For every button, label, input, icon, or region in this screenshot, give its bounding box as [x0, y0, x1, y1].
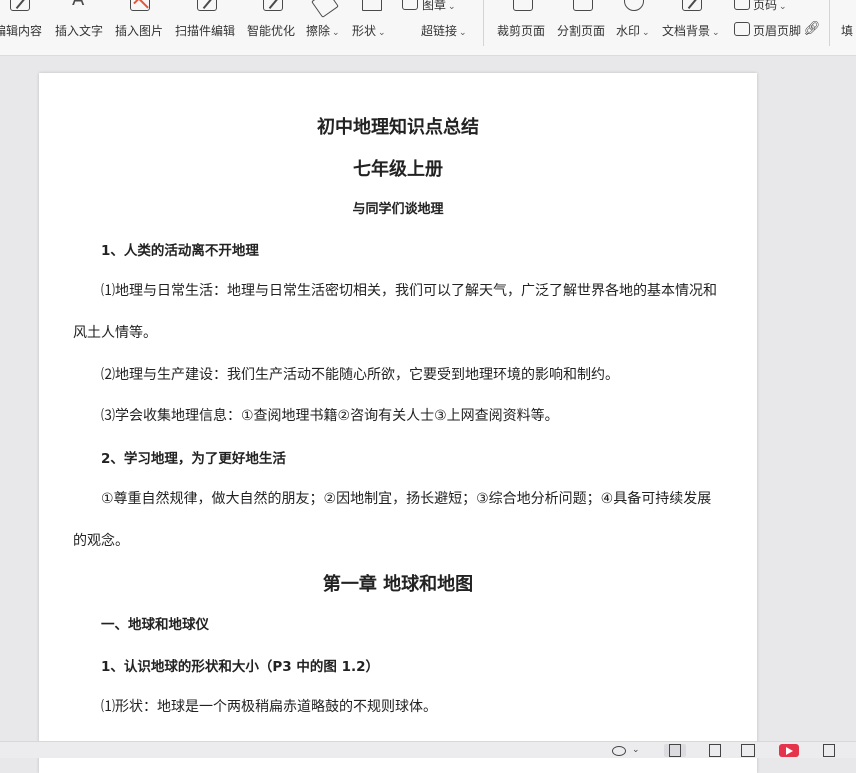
- single-page-icon: [669, 744, 681, 757]
- insert-text-label: 插入文字: [55, 24, 104, 38]
- eraser-icon: [311, 0, 339, 18]
- crop-page-label: 裁剪页面: [497, 24, 546, 38]
- doc-section-heading: 与同学们谈地理: [352, 202, 444, 217]
- heading-4: 1、认识地球的形状和大小（P3 中的图 1.2）: [101, 659, 379, 675]
- paragraph-3: ⑶学会收集地理信息：①查阅地理书籍②咨询有关人士③上网查阅资料等。: [101, 408, 559, 424]
- chevron-down-icon: ⌄: [459, 28, 467, 38]
- insert-image-icon: [130, 0, 150, 11]
- doc-title: 初中地理知识点总结: [317, 117, 479, 138]
- fullscreen-icon[interactable]: [823, 744, 835, 757]
- heading-3: 一、地球和地球仪: [101, 617, 209, 633]
- fill-button[interactable]: 填: [841, 0, 856, 55]
- ribbon-toolbar: 编辑内容 插入文字 插入图片 扫描件编辑 智能优化 擦除⌄ 形状⌄ 图章⌄ 🔗︎…: [0, 0, 856, 56]
- play-icon[interactable]: [779, 744, 799, 757]
- status-bar: ⌄: [0, 741, 856, 758]
- fill-label: 填: [841, 24, 854, 38]
- document-page[interactable]: 初中地理知识点总结 七年级上册 与同学们谈地理 1、人类的活动离不开地理 ⑴地理…: [39, 73, 757, 773]
- shape-button[interactable]: 形状 ⌄: [352, 0, 390, 55]
- edit-content-button[interactable]: 编辑内容: [0, 0, 46, 55]
- edit-content-label: 编辑内容: [0, 24, 43, 38]
- scan-edit-icon: [197, 0, 217, 11]
- continuous-page-icon[interactable]: [709, 744, 721, 757]
- doc-background-label: 文档背景: [662, 24, 711, 38]
- split-page-icon: [573, 0, 593, 11]
- erase-button[interactable]: 擦除 ⌄: [306, 0, 344, 55]
- split-page-button[interactable]: 分割页面: [557, 0, 609, 55]
- doc-grade-heading: 七年级上册: [353, 159, 443, 180]
- toolbar-divider: [483, 0, 484, 46]
- shape-label: 形状: [352, 24, 377, 38]
- shape-icon: [362, 0, 382, 11]
- insert-image-button[interactable]: 插入图片: [115, 0, 167, 55]
- scan-edit-button[interactable]: 扫描件编辑: [175, 0, 239, 55]
- split-page-label: 分割页面: [557, 24, 606, 38]
- crop-icon: [513, 0, 533, 11]
- header-footer-icon: [734, 22, 750, 36]
- smart-optimize-label: 智能优化: [247, 24, 296, 38]
- chevron-down-icon: ⌄: [712, 28, 720, 38]
- two-page-icon[interactable]: [741, 744, 755, 757]
- crop-page-button[interactable]: 裁剪页面: [497, 0, 549, 55]
- chevron-down-icon: ⌄: [378, 28, 386, 38]
- scan-edit-label: 扫描件编辑: [175, 24, 236, 38]
- chevron-down-icon: ⌄: [642, 28, 650, 38]
- watermark-label: 水印: [616, 24, 641, 38]
- watermark-icon: [624, 0, 644, 11]
- insert-text-icon: [70, 0, 90, 11]
- smart-optimize-icon: [263, 0, 283, 11]
- heading-1: 1、人类的活动离不开地理: [101, 243, 259, 259]
- insert-image-label: 插入图片: [115, 24, 164, 38]
- chapter-heading: 第一章 地球和地图: [322, 574, 474, 595]
- doc-background-button[interactable]: 文档背景 ⌄: [662, 0, 724, 55]
- header-footer-button[interactable]: 页眉页脚 ⌄: [734, 0, 818, 55]
- paragraph-5: ⑴形状：地球是一个两极稍扁赤道略鼓的不规则球体。: [101, 699, 437, 715]
- hyperlink-button[interactable]: 🔗︎ 超链接 ⌄: [402, 0, 821, 55]
- smart-optimize-button[interactable]: 智能优化: [247, 0, 299, 55]
- heading-2: 2、学习地理，为了更好地生活: [101, 451, 286, 467]
- paragraph-4b: 的观念。: [73, 533, 129, 549]
- toolbar-divider: [829, 0, 830, 46]
- paragraph-2: ⑵地理与生产建设：我们生产活动不能随心所欲，它要受到地理环境的影响和制约。: [101, 367, 619, 383]
- hyperlink-label: 超链接: [421, 24, 458, 38]
- chevron-down-icon[interactable]: ⌄: [632, 745, 640, 758]
- paragraph-1b: 风土人情等。: [73, 325, 157, 341]
- chevron-down-icon: ⌄: [803, 28, 811, 38]
- paragraph-1a: ⑴地理与日常生活：地理与日常生活密切相关，我们可以了解天气，广泛了解世界各地的基…: [101, 283, 717, 299]
- header-footer-label: 页眉页脚: [753, 24, 802, 38]
- edit-pen-icon: [10, 0, 30, 11]
- erase-label: 擦除: [306, 24, 331, 38]
- eye-icon[interactable]: [612, 746, 626, 756]
- insert-text-button[interactable]: 插入文字: [55, 0, 107, 55]
- paragraph-4a: ①尊重自然规律，做大自然的朋友；②因地制宜，扬长避短；③综合地分析问题；④具备可…: [101, 491, 712, 507]
- doc-background-icon: [682, 0, 702, 11]
- watermark-button[interactable]: 水印 ⌄: [616, 0, 654, 55]
- chevron-down-icon: ⌄: [332, 28, 340, 38]
